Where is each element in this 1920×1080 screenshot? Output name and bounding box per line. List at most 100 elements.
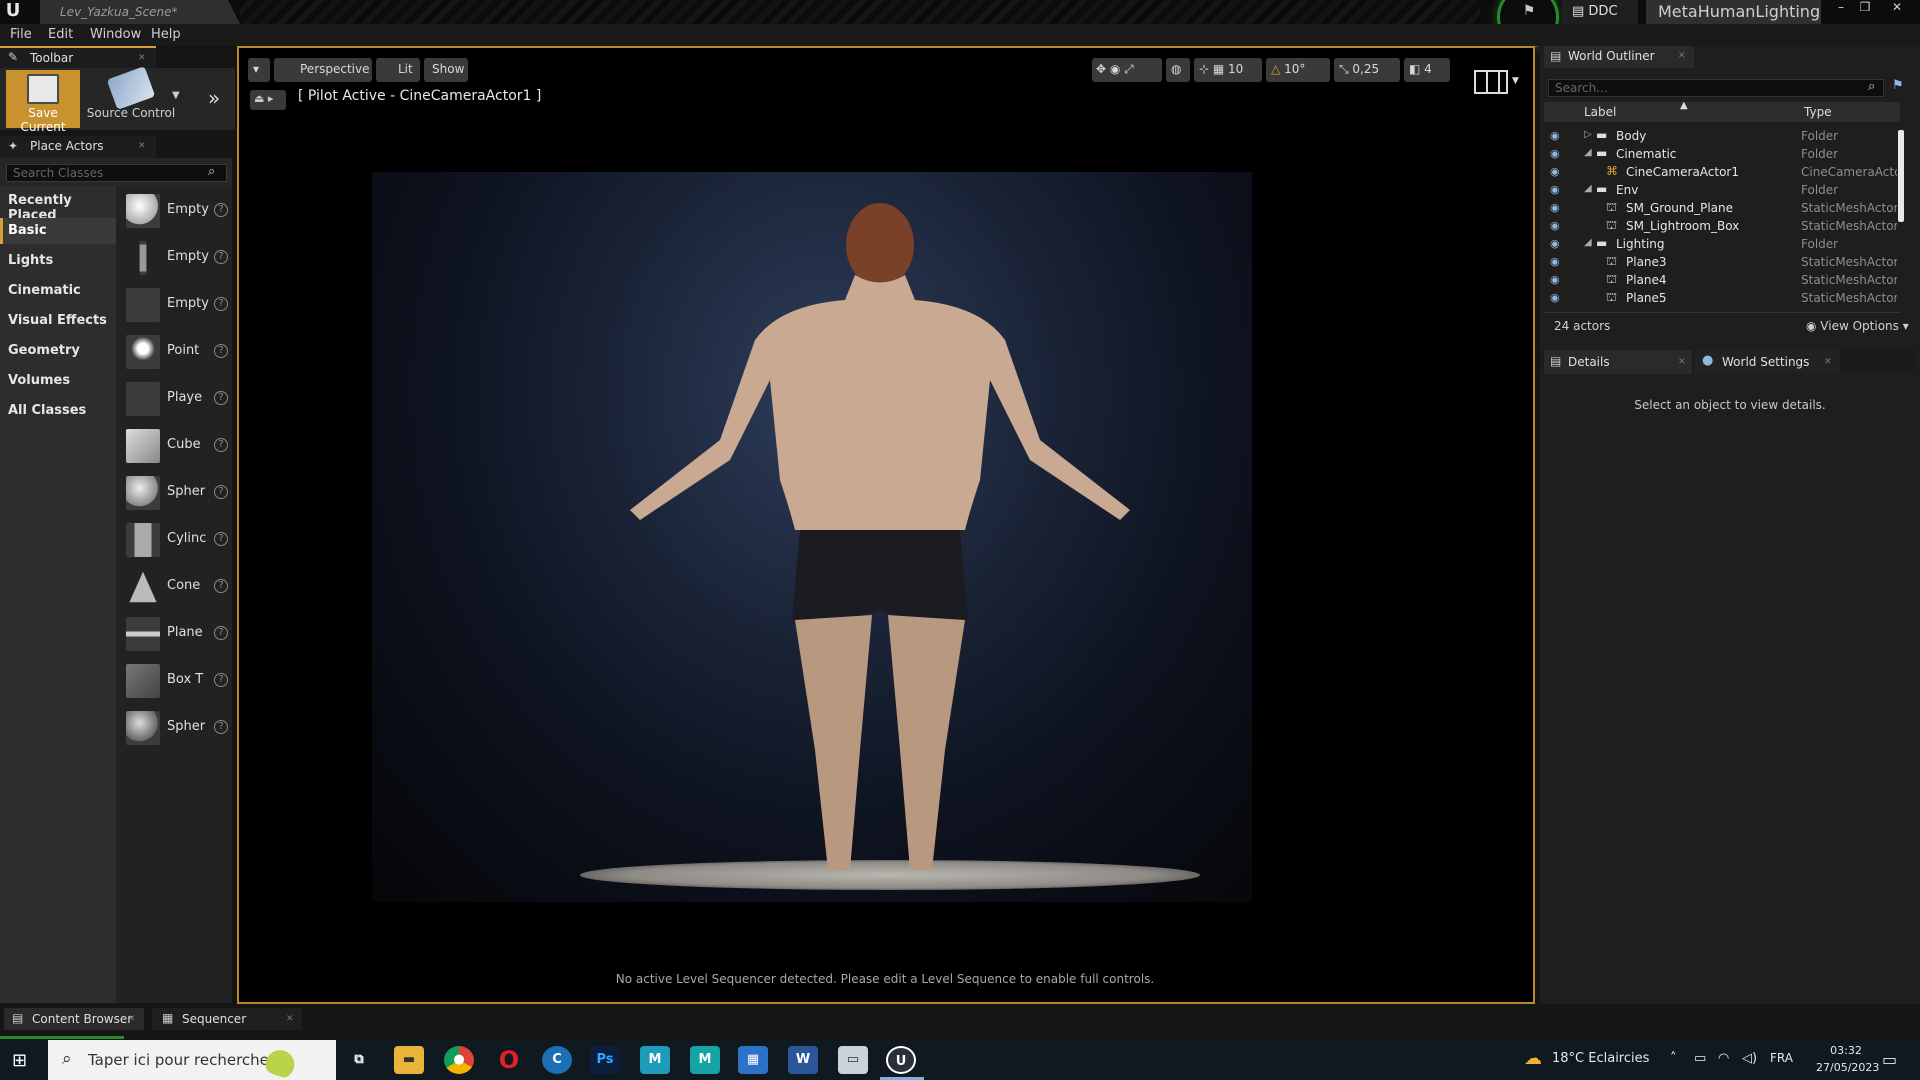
menu-window[interactable]: Window [90,27,141,42]
volume-icon[interactable]: ◁) [1742,1051,1757,1066]
file-explorer-icon[interactable]: ▬ [394,1046,424,1074]
ddc-status[interactable]: ▤ DDC [1562,0,1638,24]
close-icon[interactable]: ✕ [138,53,146,63]
visibility-eye-icon[interactable]: ◉ [1550,201,1560,214]
show-button[interactable]: Show [424,58,468,82]
visibility-eye-icon[interactable]: ◉ [1550,183,1560,196]
source-control-button[interactable]: Source Control [86,66,176,128]
view-options-button[interactable]: ◉ View Options ▾ [1806,319,1909,333]
collapse-arrow-icon[interactable]: ◢ [1584,237,1592,248]
column-type[interactable]: Type [1804,105,1832,119]
world-local-toggle-icon[interactable]: ◍ [1166,58,1190,82]
photoshop-icon[interactable]: Ps [590,1046,620,1074]
actor-item[interactable]: Empty? [122,237,232,281]
close-icon[interactable]: ✕ [1824,357,1832,367]
category-basic[interactable]: Basic [0,218,116,244]
visibility-eye-icon[interactable]: ◉ [1550,273,1560,286]
wifi-icon[interactable]: ◠ [1718,1051,1729,1066]
world-outliner-tab[interactable]: ▤ World Outliner ✕ [1544,46,1694,68]
visibility-eye-icon[interactable]: ◉ [1550,165,1560,178]
search-classes-input[interactable]: Search Classes [6,164,227,182]
outliner-row[interactable]: ◉ ▷ ▬ Body Folder [1546,127,1900,145]
actor-item[interactable]: Playe? [122,378,232,422]
dropdown-arrow-icon[interactable]: ▼ [172,90,180,101]
opera-icon[interactable]: O [494,1046,524,1074]
language-indicator[interactable]: FRA [1770,1051,1793,1065]
visibility-eye-icon[interactable]: ◉ [1550,219,1560,232]
lit-button[interactable]: Lit [376,58,420,82]
outliner-row[interactable]: ◉ ◢ ▬ Env Folder [1546,181,1900,199]
title-bar-drag-area[interactable] [240,0,1480,24]
close-icon[interactable]: ✕ [138,141,146,151]
visibility-eye-icon[interactable]: ◉ [1550,237,1560,250]
world-settings-tab[interactable]: ● World Settings ✕ [1694,350,1840,374]
column-label[interactable]: Label [1584,105,1616,119]
outliner-scrollbar[interactable] [1898,130,1904,222]
document-tab[interactable]: Lev_Yazkua_Scene* [40,0,240,24]
outliner-row[interactable]: ◉ ⛫ Plane3 StaticMeshActor [1546,253,1900,271]
category-recently-placed[interactable]: Recently Placed [0,188,116,223]
viewport-layout-icon[interactable] [1474,70,1508,94]
weather-text[interactable]: 18°C Eclaircies [1552,1051,1649,1066]
layout-dropdown-icon[interactable]: ▼ [1512,76,1519,86]
actor-item[interactable]: Box T? [122,660,232,704]
menu-help[interactable]: Help [151,27,181,42]
actor-item[interactable]: Plane? [122,613,232,657]
close-icon[interactable]: ✕ [1678,51,1686,61]
outliner-row[interactable]: ◉ ⛫ Plane4 StaticMeshActor [1546,271,1900,289]
help-icon[interactable]: ? [214,250,228,264]
viewport-options-button[interactable]: ▾ [248,58,270,82]
close-icon[interactable]: ✕ [286,1014,294,1024]
add-filter-icon[interactable]: ⚑ [1892,78,1904,93]
eject-pilot-button[interactable]: ⏏ ▸ [250,90,286,110]
outliner-row[interactable]: ◉ ⌘ CineCameraActor1 CineCameraActor [1546,163,1900,181]
actor-item[interactable]: Spher? [122,707,232,751]
visibility-eye-icon[interactable]: ◉ [1550,255,1560,268]
outliner-row[interactable]: ◉ ⛫ SM_Lightroom_Box StaticMeshActor [1546,217,1900,235]
help-icon[interactable]: ? [214,344,228,358]
grid-snap-button[interactable]: ⊹ ▦ 10 [1194,58,1262,82]
word-icon[interactable]: W [788,1046,818,1074]
help-icon[interactable]: ? [214,720,228,734]
category-all-classes[interactable]: All Classes [0,398,116,424]
collapse-arrow-icon[interactable]: ◢ [1584,183,1592,194]
menu-file[interactable]: File [10,27,32,42]
category-volumes[interactable]: Volumes [0,368,116,394]
network-icon[interactable]: ▭ [1694,1051,1706,1066]
help-icon[interactable]: ? [214,532,228,546]
rotation-snap-button[interactable]: △ 10° [1266,58,1330,82]
help-icon[interactable]: ? [214,579,228,593]
visibility-eye-icon[interactable]: ◉ [1550,129,1560,142]
search-icon[interactable]: ⌕ [1868,79,1875,94]
metahuman-icon[interactable]: M [690,1046,720,1074]
category-geometry[interactable]: Geometry [0,338,116,364]
close-window-button[interactable]: ✕ [1885,0,1909,16]
transform-tools-group[interactable]: ✥ ◉ ⤢ [1092,58,1162,82]
expand-toolbar-icon[interactable]: » [208,86,220,110]
perspective-button[interactable]: Perspective [274,58,372,82]
save-current-button[interactable]: Save Current [6,70,80,134]
actor-item[interactable]: Empty? [122,284,232,328]
close-icon[interactable]: ✕ [128,1014,136,1024]
details-tab[interactable]: ▤ Details ✕ [1544,350,1692,374]
outliner-row[interactable]: ◉ ◢ ▬ Cinematic Folder [1546,145,1900,163]
toolbar-tab[interactable]: ✎ Toolbar ✕ [0,46,156,68]
clock-time[interactable]: 03:32 [1816,1044,1876,1057]
outliner-row[interactable]: ◉ ⛫ SM_Ground_Plane StaticMeshActor [1546,199,1900,217]
actor-item[interactable]: Spher? [122,472,232,516]
maximize-button[interactable]: ❐ [1853,0,1877,16]
category-lights[interactable]: Lights [0,248,116,274]
weather-icon[interactable]: ☁ [1524,1048,1542,1069]
chrome-icon[interactable]: ● [444,1046,474,1074]
expand-arrow-icon[interactable]: ▷ [1584,129,1592,140]
maya-icon[interactable]: M [640,1046,670,1074]
help-icon[interactable]: ? [214,438,228,452]
chevron-up-icon[interactable]: ˄ [1670,1051,1677,1066]
cinema4d-icon[interactable]: C [542,1046,572,1074]
help-icon[interactable]: ? [214,297,228,311]
help-icon[interactable]: ? [214,673,228,687]
help-icon[interactable]: ? [214,203,228,217]
actor-item[interactable]: Cylinc? [122,519,232,563]
outliner-search-input[interactable]: Search... [1548,79,1884,97]
unknown-app-icon[interactable]: ▭ [838,1046,868,1074]
